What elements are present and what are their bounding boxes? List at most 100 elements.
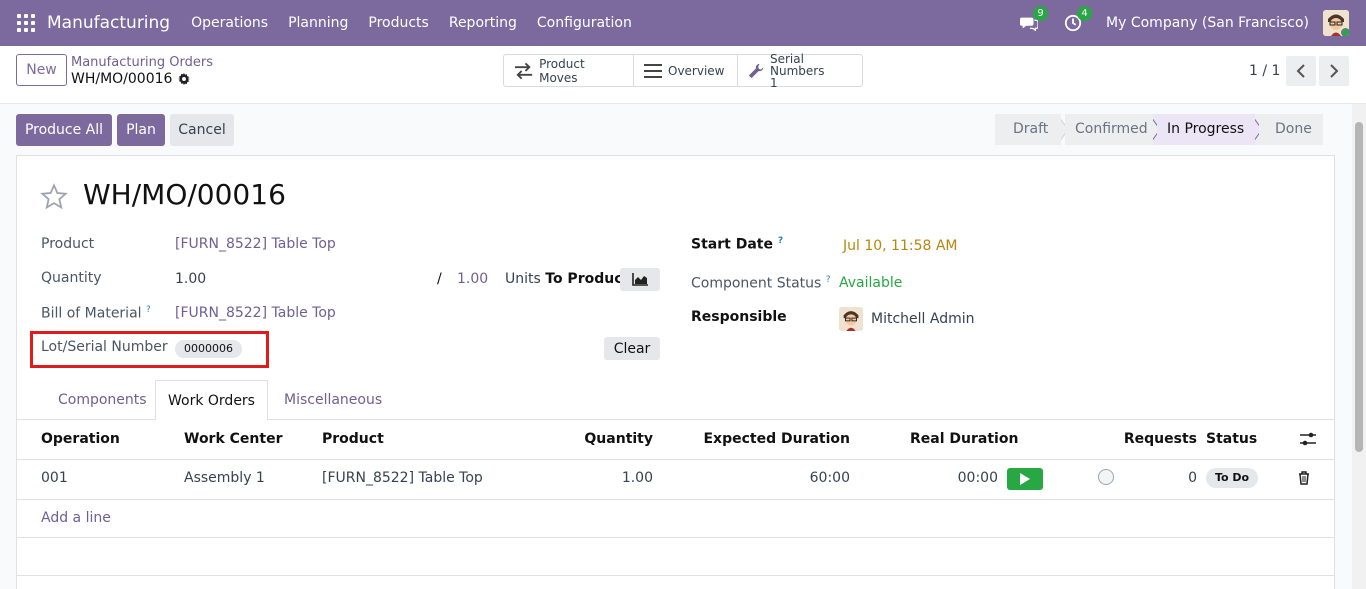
table-divider [17,499,1334,500]
record-title[interactable]: WH/MO/00016 [83,178,286,211]
user-avatar[interactable] [1323,10,1349,36]
help-icon[interactable]: ? [778,236,783,246]
messages-icon[interactable]: 9 [1018,6,1049,34]
stage-draft[interactable]: Draft [995,114,1061,145]
column-status[interactable]: Status [1206,431,1257,447]
breadcrumb-current-label: WH/MO/00016 [71,71,173,87]
forecast-button[interactable] [620,268,660,291]
trash-icon[interactable] [1298,471,1310,485]
gear-icon[interactable] [178,73,191,85]
help-icon[interactable]: ? [826,275,831,285]
quantity-separator: / [437,271,442,287]
clear-button[interactable]: Clear [604,337,660,360]
column-quantity[interactable]: Quantity [560,431,653,447]
serial-numbers-label: Serial Numbers [770,51,825,78]
stage-in-progress[interactable]: In Progress [1157,114,1255,145]
quantity-to-produce[interactable]: 1.00 [457,271,488,287]
product-moves-button[interactable]: Product Moves [504,55,634,86]
stage-draft-label: Draft [1013,121,1049,137]
component-status-label-text: Component Status [691,275,822,292]
cell-requests[interactable]: 0 [1150,470,1197,486]
table-divider [17,575,1334,576]
to-produce-label: To Produce [545,271,632,287]
cell-operation[interactable]: 001 [41,470,68,486]
responsible-field[interactable]: Mitchell Admin [871,311,975,327]
table-divider [17,537,1334,538]
page-scrollbar[interactable] [1352,104,1366,589]
pager-value[interactable]: 1 / 1 [1249,63,1280,79]
cell-quantity[interactable]: 1.00 [560,470,653,486]
breadcrumb-current: WH/MO/00016 [71,71,191,87]
add-line-link[interactable]: Add a line [41,510,111,526]
column-real-duration[interactable]: Real Duration [910,431,1018,447]
wrench-icon [748,63,764,78]
activities-icon[interactable]: 4 [1062,6,1093,34]
cancel-button[interactable]: Cancel [170,114,234,146]
messages-badge: 9 [1033,6,1049,21]
start-button[interactable] [1007,468,1043,490]
column-work-center[interactable]: Work Center [184,431,282,447]
optional-columns-icon[interactable] [1300,432,1316,446]
transfer-icon [514,62,533,79]
bom-label: Bill of Material ? [41,305,151,322]
menu-reporting[interactable]: Reporting [449,15,517,31]
overview-button[interactable]: Overview [634,55,738,86]
stage-done[interactable]: Done [1259,114,1323,145]
column-requests[interactable]: Requests [1120,431,1197,447]
product-label: Product [41,236,95,252]
uom-label: Units [505,271,541,287]
scrollbar-thumb[interactable] [1355,122,1363,452]
pager-previous-button[interactable] [1286,56,1316,86]
tab-work-orders[interactable]: Work Orders [155,380,268,421]
pager-next-button[interactable] [1319,56,1349,86]
stage-done-label: Done [1275,121,1312,137]
help-icon[interactable]: ? [146,305,151,315]
start-date-label-text: Start Date [691,236,773,253]
serial-numbers-button[interactable]: Serial Numbers 1 [738,51,862,90]
cell-expected-duration[interactable]: 60:00 [700,470,850,486]
cell-product[interactable]: [FURN_8522] Table Top [322,470,483,486]
tab-components[interactable]: Components [58,380,147,420]
produce-all-button[interactable]: Produce All [16,114,112,146]
product-field[interactable]: [FURN_8522] Table Top [175,236,336,252]
uom-field[interactable]: Units To Produce [505,271,632,287]
pause-radio[interactable] [1098,469,1114,485]
column-operation[interactable]: Operation [41,431,120,447]
cell-work-center[interactable]: Assembly 1 [184,470,265,486]
table-divider [17,459,1334,460]
start-date-field[interactable]: Jul 10, 11:58 AM [843,238,958,254]
plan-button[interactable]: Plan [117,114,165,146]
form-sheet [16,155,1335,589]
control-panel: New Manufacturing Orders WH/MO/00016 Pro… [0,46,1366,104]
stage-confirmed-label: Confirmed [1075,121,1148,137]
overview-label: Overview [668,63,725,78]
component-status-label: Component Status ? [691,275,831,292]
new-button[interactable]: New [16,54,67,86]
menu-products[interactable]: Products [368,15,428,31]
chevron-right-icon [1330,64,1339,78]
star-icon[interactable] [40,183,68,211]
cell-real-duration[interactable]: 00:00 [920,470,998,486]
highlight-box [30,331,269,368]
area-chart-icon [632,273,648,286]
quantity-field[interactable]: 1.00 [175,271,206,287]
top-navbar: Manufacturing Operations Planning Produc… [0,0,1366,46]
apps-menu-icon[interactable] [17,14,35,32]
breadcrumb-parent[interactable]: Manufacturing Orders [71,55,213,70]
column-expected-duration[interactable]: Expected Duration [700,431,850,447]
bom-field[interactable]: [FURN_8522] Table Top [175,305,336,321]
chevron-left-icon [1296,64,1305,78]
tab-miscellaneous[interactable]: Miscellaneous [284,380,382,420]
menu-planning[interactable]: Planning [288,15,348,31]
stage-confirmed[interactable]: Confirmed [1065,114,1153,145]
serial-numbers-count: 1 [770,75,778,90]
menu-operations[interactable]: Operations [191,15,268,31]
company-switcher[interactable]: My Company (San Francisco) [1106,15,1309,31]
notebook-tabs: Components Work Orders Miscellaneous [16,380,1335,421]
menu-configuration[interactable]: Configuration [537,15,632,31]
column-product[interactable]: Product [322,431,384,447]
smart-buttons: Product Moves Overview Serial Numbers 1 [503,51,863,90]
status-bar: Draft Confirmed In Progress Done [995,114,1323,145]
app-name[interactable]: Manufacturing [47,13,170,33]
component-status-value: Available [839,275,903,291]
